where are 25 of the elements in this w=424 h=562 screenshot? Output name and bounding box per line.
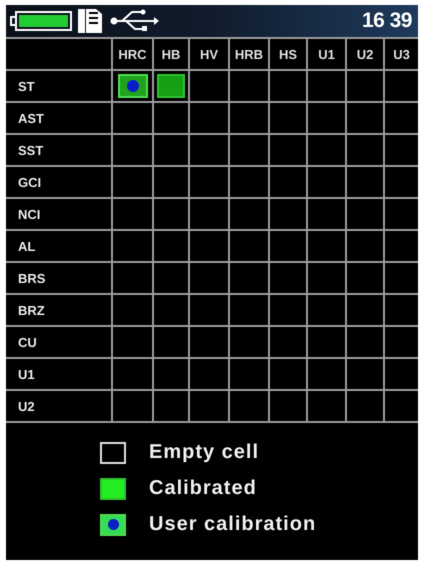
row-label: CU: [6, 327, 113, 359]
column-header: HB: [154, 39, 190, 71]
column-header: U3: [385, 39, 418, 71]
row-label: U2: [6, 391, 113, 423]
legend-label: User calibration: [149, 513, 316, 536]
row-label: GCI: [6, 167, 113, 199]
row-label: ST: [6, 71, 113, 103]
clock-time: 16 39: [362, 9, 412, 33]
row-label: AL: [6, 231, 113, 263]
column-header: U2: [347, 39, 385, 71]
column-header: HS: [270, 39, 308, 71]
row-label: NCI: [6, 199, 113, 231]
legend-label: Empty cell: [149, 441, 260, 464]
column-header: HRC: [113, 39, 154, 71]
usb-icon: [110, 9, 160, 33]
row-label: BRS: [6, 263, 113, 295]
legend-label: Calibrated: [149, 477, 257, 500]
column-header: U1: [308, 39, 347, 71]
row-label: AST: [6, 103, 113, 135]
row-label: U1: [6, 359, 113, 391]
row-label: BRZ: [6, 295, 113, 327]
battery-icon: [10, 10, 72, 32]
column-header: HV: [190, 39, 230, 71]
row-label: SST: [6, 135, 113, 167]
column-header: HRB: [230, 39, 270, 71]
